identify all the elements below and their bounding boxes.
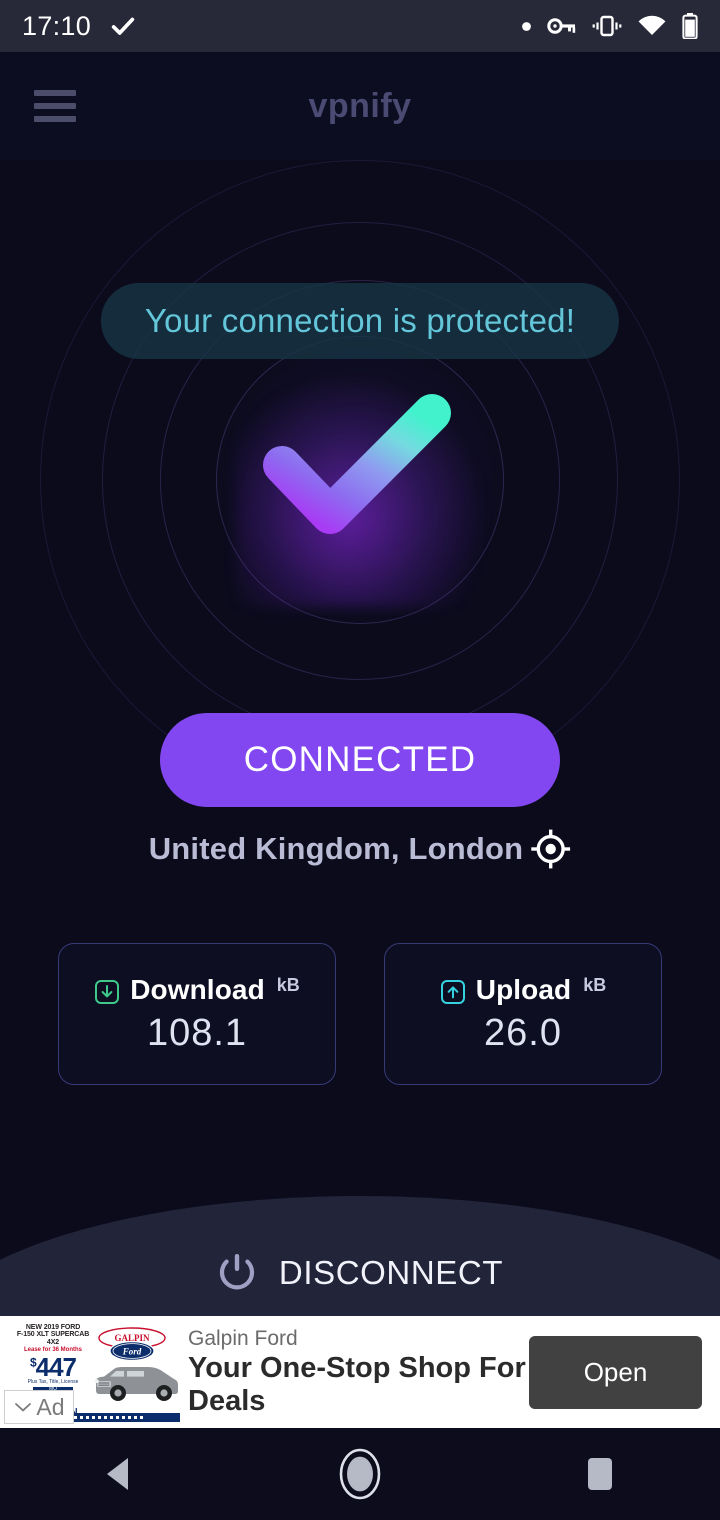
stripe-dot <box>74 1416 77 1419</box>
status-bar: 17:10 <box>0 0 720 52</box>
download-stat-card: Download kB 108.1 <box>58 943 336 1085</box>
download-value: 108.1 <box>146 1011 248 1054</box>
main-content: Your connection is protected! CONNECTED … <box>0 160 720 1316</box>
stripe-dot <box>134 1416 137 1419</box>
ad-creative-price: $447 <box>10 1354 96 1380</box>
ad-advertiser-name: Galpin Ford <box>188 1326 298 1350</box>
ad-truck-image <box>95 1367 178 1401</box>
vpn-key-icon <box>547 15 577 37</box>
home-icon[interactable] <box>300 1428 420 1520</box>
galpin-ford-logo: GALPIN Ford <box>98 1327 166 1361</box>
app-header: vpnify <box>0 52 720 160</box>
ad-choices-badge[interactable]: Ad <box>4 1390 74 1424</box>
stripe-dot <box>128 1416 131 1419</box>
ad-banner[interactable]: NEW 2019 FORD F-150 XLT SUPERCAB 4X2 Lea… <box>0 1316 720 1428</box>
upload-unit: kB <box>583 974 607 995</box>
hamburger-menu-icon[interactable] <box>34 90 76 122</box>
connection-status-icon <box>230 358 490 608</box>
checkmark-shield-icon <box>263 394 451 534</box>
disconnect-label: DISCONNECT <box>278 1254 504 1291</box>
download-label: Download <box>130 973 265 1005</box>
status-icon-group <box>521 13 698 39</box>
stats-row: Download kB 108.1 Upload kB 26.0 <box>58 943 662 1085</box>
menu-line-2 <box>34 103 76 109</box>
ad-open-button[interactable]: Open <box>529 1335 702 1409</box>
download-stat-head: Download kB <box>94 974 300 1006</box>
upload-stat-card: Upload kB 26.0 <box>384 943 662 1085</box>
crosshair-target-icon[interactable] <box>529 828 571 870</box>
connected-button[interactable]: CONNECTED <box>160 713 560 807</box>
menu-line-1 <box>34 90 76 96</box>
ad-creative-image[interactable]: NEW 2019 FORD F-150 XLT SUPERCAB 4X2 Lea… <box>4 1320 182 1424</box>
status-check-icon <box>109 12 137 40</box>
ad-creative-line2: F-150 XLT SUPERCAB 4X2 <box>16 1331 90 1346</box>
location-row[interactable]: United Kingdom, London <box>149 828 572 870</box>
ad-text-block[interactable]: Galpin Ford Your One-Stop Shop For Deals <box>188 1327 529 1417</box>
protected-banner: Your connection is protected! <box>100 283 620 359</box>
battery-icon <box>682 13 698 39</box>
stripe-dot <box>80 1416 83 1419</box>
stripe-dot <box>110 1416 113 1419</box>
status-dot-icon <box>521 21 532 32</box>
upload-stat-head: Upload kB <box>440 973 607 1006</box>
wifi-icon <box>637 15 667 37</box>
status-time: 17:10 <box>22 10 92 41</box>
location-label: United Kingdom, London <box>148 831 524 866</box>
chevron-down-icon <box>13 1400 33 1414</box>
stripe-dot <box>98 1416 101 1419</box>
stripe-dot <box>122 1416 125 1419</box>
vibrate-icon <box>592 14 622 38</box>
ad-badge-label: Ad <box>36 1393 65 1420</box>
phone-screen: 17:10 vpnify Your connection is protecte… <box>0 0 720 1520</box>
recents-icon[interactable] <box>540 1428 660 1520</box>
page-title: vpnify <box>308 86 412 125</box>
disconnect-inner: DISCONNECT <box>0 1252 720 1294</box>
disconnect-button[interactable]: DISCONNECT <box>0 1196 720 1316</box>
android-nav-bar <box>0 1428 720 1520</box>
download-unit: kB <box>276 974 300 995</box>
ad-creative-line1: NEW 2019 FORD <box>25 1324 81 1331</box>
ad-title: Your One-Stop Shop For Deals <box>188 1352 526 1417</box>
stripe-dot <box>92 1416 95 1419</box>
ad-creative-subnote: Plus Tax, Title, License <box>27 1379 79 1386</box>
stripe-dot <box>140 1416 143 1419</box>
ad-price-amount: 447 <box>35 1352 77 1383</box>
menu-line-3 <box>34 116 76 122</box>
stripe-dot <box>116 1416 119 1419</box>
upload-value: 26.0 <box>484 1011 562 1054</box>
upload-arrow-icon <box>440 979 466 1005</box>
power-icon <box>217 1252 257 1294</box>
stripe-dot <box>104 1416 107 1419</box>
stripe-dot <box>86 1416 89 1419</box>
upload-label: Upload <box>475 973 572 1005</box>
back-icon[interactable] <box>60 1428 180 1520</box>
download-arrow-icon <box>94 979 120 1005</box>
svg-text:Ford: Ford <box>122 1347 142 1357</box>
